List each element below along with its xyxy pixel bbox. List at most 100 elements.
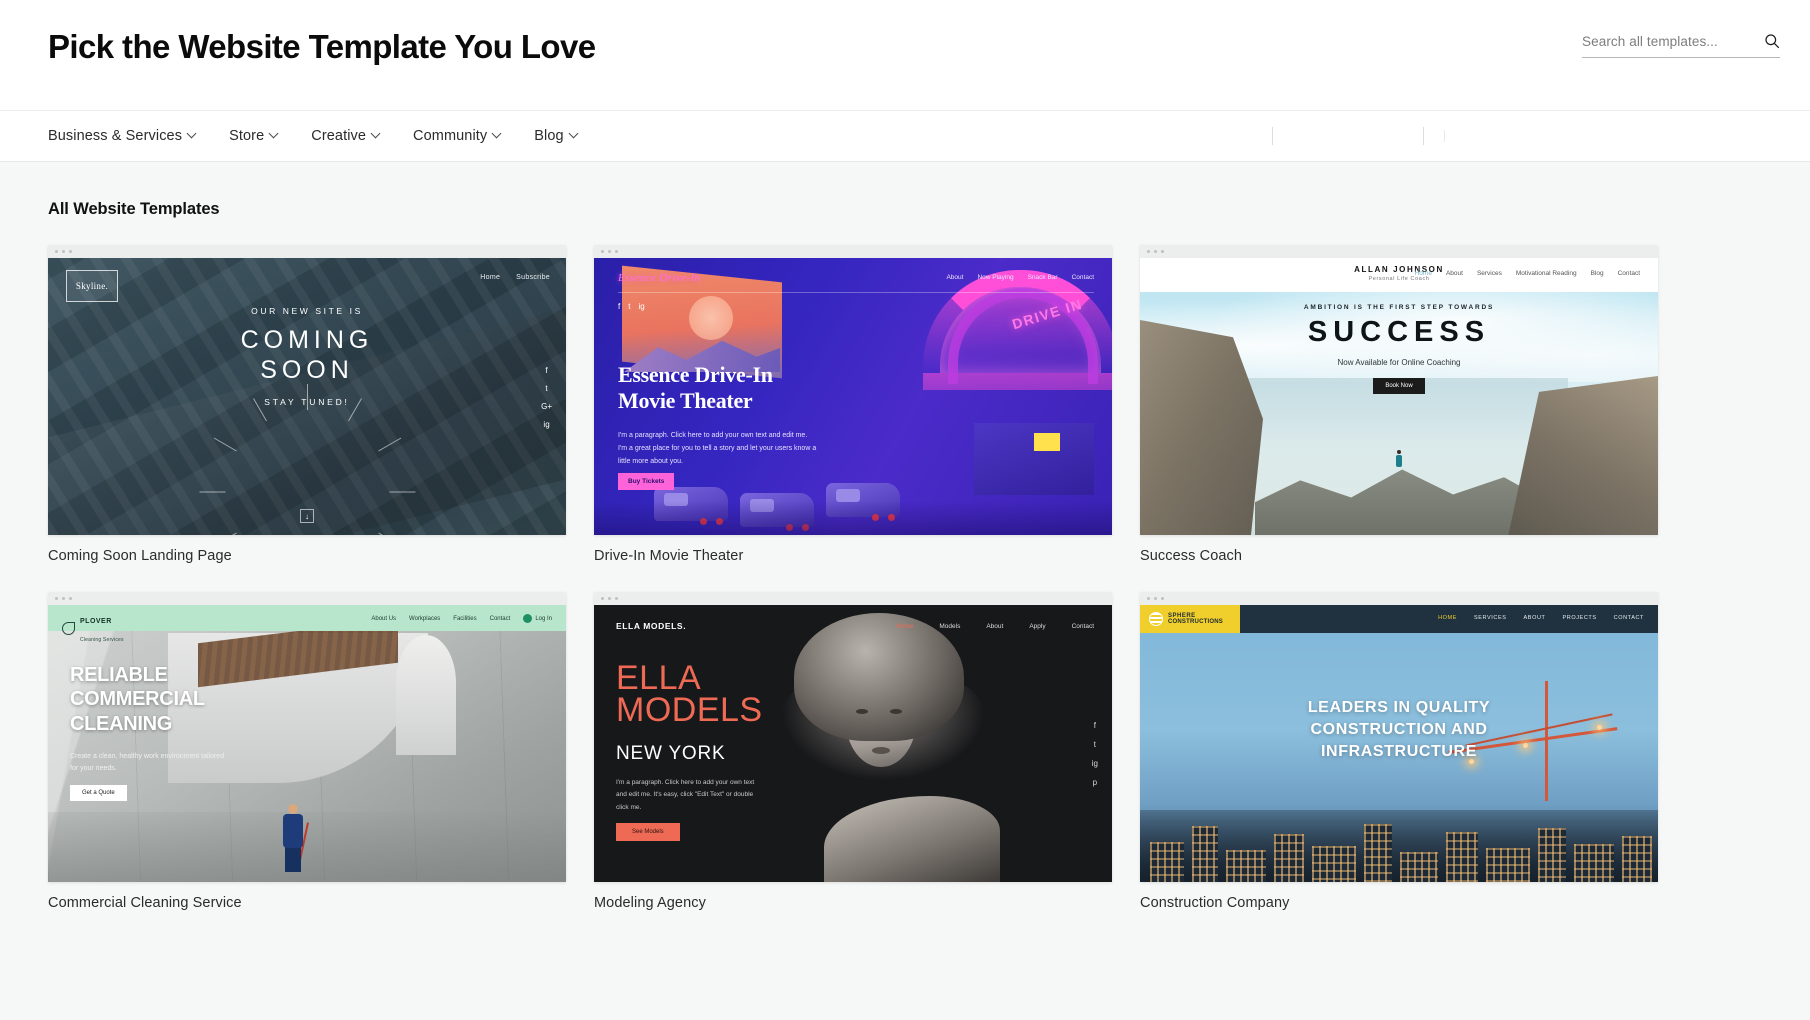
template-thumbnail[interactable]: ALLAN JOHNSON Personal Life Coach Home A… (1140, 245, 1658, 535)
preview-logo-name: PLOVER (80, 618, 112, 625)
window-dot-icon (62, 250, 65, 253)
template-card-drive-in[interactable]: DRIVE IN Essence Drive-In About Now Play… (594, 245, 1112, 564)
template-thumbnail[interactable]: SPHERE CONSTRUCTIONS HOME SERVICES ABOUT… (1140, 592, 1658, 882)
window-dot-icon (1161, 250, 1164, 253)
booth-window (1034, 433, 1060, 451)
window-dot-icon (1154, 250, 1157, 253)
preview-headline: RELIABLE COMMERCIAL CLEANING (70, 663, 205, 736)
preview-nav-item: Motivational Reading (1515, 270, 1577, 277)
page-header: Pick the Website Template You Love (0, 0, 1810, 110)
facebook-icon: f (1093, 721, 1096, 730)
window-dot-icon (55, 250, 58, 253)
preview-nav-item: Home (480, 274, 501, 281)
screen-sun (689, 296, 733, 340)
browser-chrome-bar (48, 592, 566, 605)
window-dot-icon (69, 250, 72, 253)
preview-nav-item: SERVICES (1474, 615, 1507, 621)
preview-nav-item: CONTACT (1613, 615, 1644, 621)
templates-page: Pick the Website Template You Love Busin… (0, 0, 1810, 1020)
template-thumbnail[interactable]: DRIVE IN Essence Drive-In About Now Play… (594, 245, 1112, 535)
template-card-label: Commercial Cleaning Service (48, 895, 242, 911)
account-icon (523, 614, 533, 623)
nav-item-label: Store (229, 128, 265, 144)
header-rule (618, 292, 1094, 293)
window-dot-icon (608, 597, 611, 600)
template-preview: ALLAN JOHNSON Personal Life Coach Home A… (1140, 258, 1658, 535)
preview-logo: Essence Drive-In (618, 272, 701, 284)
model-photo (772, 605, 1002, 882)
arrow-down-icon: ↓ (300, 509, 314, 523)
template-grid: Skyline. Home Subscribe OUR NEW SITE IS … (48, 245, 1762, 911)
navbar-right-region (1272, 111, 1810, 161)
preview-topbar: SPHERE CONSTRUCTIONS HOME SERVICES ABOUT… (1140, 605, 1658, 633)
twitter-icon: t (545, 384, 548, 393)
template-card-commercial-cleaning[interactable]: PLOVER Cleaning Services About Us Workpl… (48, 592, 566, 911)
search-icon[interactable] (1764, 33, 1780, 49)
template-card-label: Drive-In Movie Theater (594, 548, 744, 564)
preview-logo: ELLA MODELS. (616, 621, 687, 631)
preview-social-icons: f t G+ ig (541, 366, 552, 429)
template-preview: PLOVER Cleaning Services About Us Workpl… (48, 605, 566, 882)
preview-headline-line1: LEADERS IN QUALITY (1307, 699, 1491, 716)
template-thumbnail[interactable]: Skyline. Home Subscribe OUR NEW SITE IS … (48, 245, 566, 535)
nav-item-business-services[interactable]: Business & Services (48, 128, 197, 144)
preview-nav-item: Contact (1071, 623, 1094, 630)
preview-post-headline: STAY TUNED! (264, 397, 350, 407)
ground-shadow (594, 501, 1112, 535)
search-box[interactable] (1582, 33, 1780, 58)
search-input[interactable] (1582, 33, 1742, 49)
template-card-construction[interactable]: SPHERE CONSTRUCTIONS HOME SERVICES ABOUT… (1140, 592, 1658, 911)
page-title: Pick the Website Template You Love (48, 28, 596, 65)
preview-social-icons: f t ig (618, 302, 645, 311)
preview-paragraph: I'm a paragraph. Click here to add your … (618, 432, 817, 465)
preview-nav-item: Contact (1071, 274, 1094, 281)
chevron-down-icon (570, 130, 579, 139)
template-thumbnail[interactable]: PLOVER Cleaning Services About Us Workpl… (48, 592, 566, 882)
template-preview: DRIVE IN Essence Drive-In About Now Play… (594, 258, 1112, 535)
preview-subheadline: Now Available for Online Coaching (1337, 358, 1461, 367)
navbar-items: Business & Services Store Creative Commu… (0, 128, 579, 144)
preview-logo-text: PLOVER Cleaning Services (80, 610, 124, 646)
preview-paragraph: I'm a paragraph. Click here to add your … (616, 779, 755, 811)
preview-nav-item: Contact (1617, 270, 1640, 277)
preview-subheadline: NEW YORK (616, 743, 726, 764)
nav-item-label: Creative (311, 128, 367, 144)
window-dot-icon (55, 597, 58, 600)
template-card-coming-soon[interactable]: Skyline. Home Subscribe OUR NEW SITE IS … (48, 245, 566, 564)
preview-cta-button: Buy Tickets (618, 473, 675, 490)
nav-divider (1423, 127, 1424, 145)
template-card-success-coach[interactable]: ALLAN JOHNSON Personal Life Coach Home A… (1140, 245, 1658, 564)
preview-logo: PLOVER Cleaning Services (62, 610, 124, 646)
template-thumbnail[interactable]: ELLA MODELS. Home Models About Apply Con… (594, 592, 1112, 882)
browser-chrome-bar (48, 245, 566, 258)
nav-item-store[interactable]: Store (229, 128, 279, 144)
nav-item-community[interactable]: Community (413, 128, 502, 144)
section-title: All Website Templates (48, 200, 220, 218)
preview-headline-line2: Movie Theater (618, 387, 753, 413)
pinterest-icon: p (1092, 778, 1098, 787)
preview-nav-item: PROJECTS (1562, 615, 1597, 621)
nav-item-blog[interactable]: Blog (534, 128, 578, 144)
preview-headline-line3: CLEANING (70, 712, 173, 735)
chevron-down-icon (372, 130, 381, 139)
template-card-label: Success Coach (1140, 548, 1243, 564)
instagram-icon: ig (543, 420, 550, 429)
nav-item-label: Blog (534, 128, 564, 144)
template-card-modeling-agency[interactable]: ELLA MODELS. Home Models About Apply Con… (594, 592, 1112, 911)
window-dot-icon (608, 250, 611, 253)
preview-headline: Essence Drive-In Movie Theater (618, 362, 773, 414)
nav-item-creative[interactable]: Creative (311, 128, 381, 144)
facebook-icon: f (618, 302, 621, 311)
window-dot-icon (601, 250, 604, 253)
preview-nav-item: Services (1476, 270, 1502, 277)
preview-nav-item: ABOUT (1523, 615, 1546, 621)
preview-nav: About Us Workplaces Facilities Contact L… (371, 614, 552, 623)
nav-item-label: Business & Services (48, 128, 183, 144)
preview-hero: AMBITION IS THE FIRST STEP TOWARDS SUCCE… (1140, 304, 1658, 394)
preview-nav-item: Subscribe (516, 274, 550, 281)
preview-cta-button: See Models (616, 823, 680, 841)
twitter-icon: t (628, 302, 631, 311)
preview-cta-button: Get a Quote (70, 785, 127, 801)
window-dot-icon (1161, 597, 1164, 600)
preview-nav-item: Apply (1029, 623, 1046, 630)
